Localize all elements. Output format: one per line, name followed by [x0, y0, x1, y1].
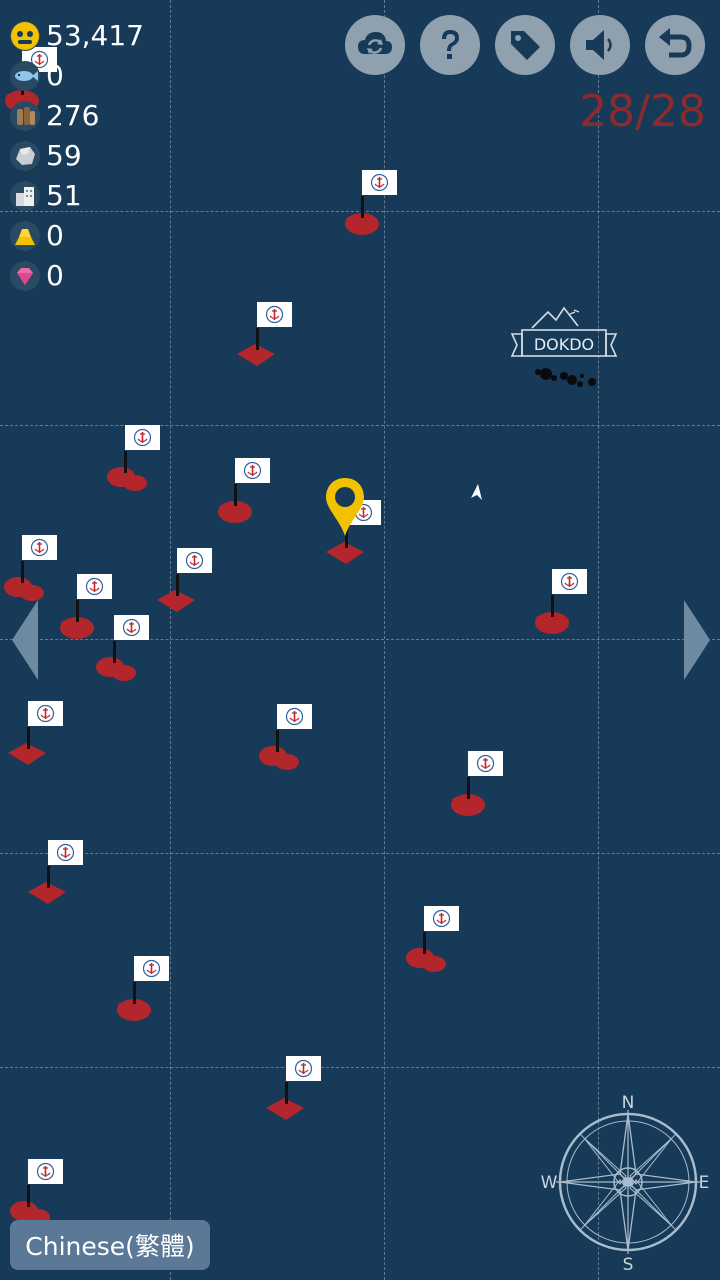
compass-rose-icon: N E S W	[541, 1093, 710, 1272]
map-right-arrow-icon[interactable]	[682, 598, 712, 682]
sound-icon	[586, 30, 612, 60]
back-icon	[659, 28, 692, 58]
resource-fish: 0	[10, 60, 64, 92]
island-with-anchor-flag[interactable]	[112, 954, 222, 1034]
dokdo-landmark[interactable]: DOKDO	[508, 300, 620, 400]
compass-north: N	[622, 1093, 635, 1113]
tag-icon	[511, 31, 540, 60]
cloud-sync-icon	[358, 32, 392, 54]
island-with-anchor-flag[interactable]	[402, 904, 512, 984]
compass-south: S	[623, 1255, 634, 1272]
resource-gold: 53,417	[10, 20, 144, 52]
island-with-anchor-flag[interactable]	[6, 699, 116, 779]
game-map[interactable]: { "resources": [ {"name": "gold", "icon"…	[0, 0, 720, 1280]
island-with-anchor-flag[interactable]	[103, 423, 213, 503]
resource-gold-bar: 0	[10, 220, 64, 252]
building-icon	[10, 181, 40, 211]
map-left-arrow-icon[interactable]	[10, 598, 40, 682]
island-with-anchor-flag[interactable]	[255, 702, 365, 782]
help-icon	[442, 30, 459, 59]
help-button[interactable]	[420, 15, 480, 75]
ship-pointer-icon	[471, 484, 482, 500]
wood-icon	[10, 101, 40, 131]
gold-coin-icon	[10, 21, 40, 51]
island-with-anchor-flag[interactable]	[446, 749, 556, 829]
building-value: 51	[46, 179, 82, 212]
gold-bar-icon	[10, 221, 40, 251]
language-button[interactable]: Chinese(繁體)	[10, 1220, 210, 1270]
compass-west: W	[541, 1173, 558, 1193]
resource-gem: 0	[10, 260, 64, 292]
resource-stone: 59	[10, 140, 82, 172]
cloud-sync-button[interactable]	[345, 15, 405, 75]
island-with-anchor-flag[interactable]	[530, 567, 640, 647]
wood-value: 276	[46, 99, 100, 132]
location-pin-icon[interactable]	[322, 476, 368, 538]
island-with-anchor-flag[interactable]	[264, 1054, 374, 1134]
sound-button[interactable]	[570, 15, 630, 75]
island-with-anchor-flag[interactable]	[26, 838, 136, 918]
gold-value: 53,417	[46, 19, 144, 52]
island-counter: 28/28	[579, 86, 706, 137]
stone-value: 59	[46, 139, 82, 172]
tag-button[interactable]	[495, 15, 555, 75]
gem-value: 0	[46, 259, 64, 292]
island-with-anchor-flag[interactable]	[340, 168, 450, 248]
gold-bar-value: 0	[46, 219, 64, 252]
compass-east: E	[699, 1173, 710, 1193]
fish-icon	[10, 61, 40, 91]
back-button[interactable]	[645, 15, 705, 75]
island-with-anchor-flag[interactable]	[213, 456, 323, 536]
gem-icon	[10, 261, 40, 291]
island-with-anchor-flag[interactable]	[235, 300, 345, 380]
resource-building: 51	[10, 180, 82, 212]
dokdo-label: DOKDO	[534, 335, 594, 354]
resource-wood: 276	[10, 100, 99, 132]
fish-value: 0	[46, 59, 64, 92]
island-with-anchor-flag[interactable]	[92, 613, 202, 693]
stone-icon	[10, 141, 40, 171]
